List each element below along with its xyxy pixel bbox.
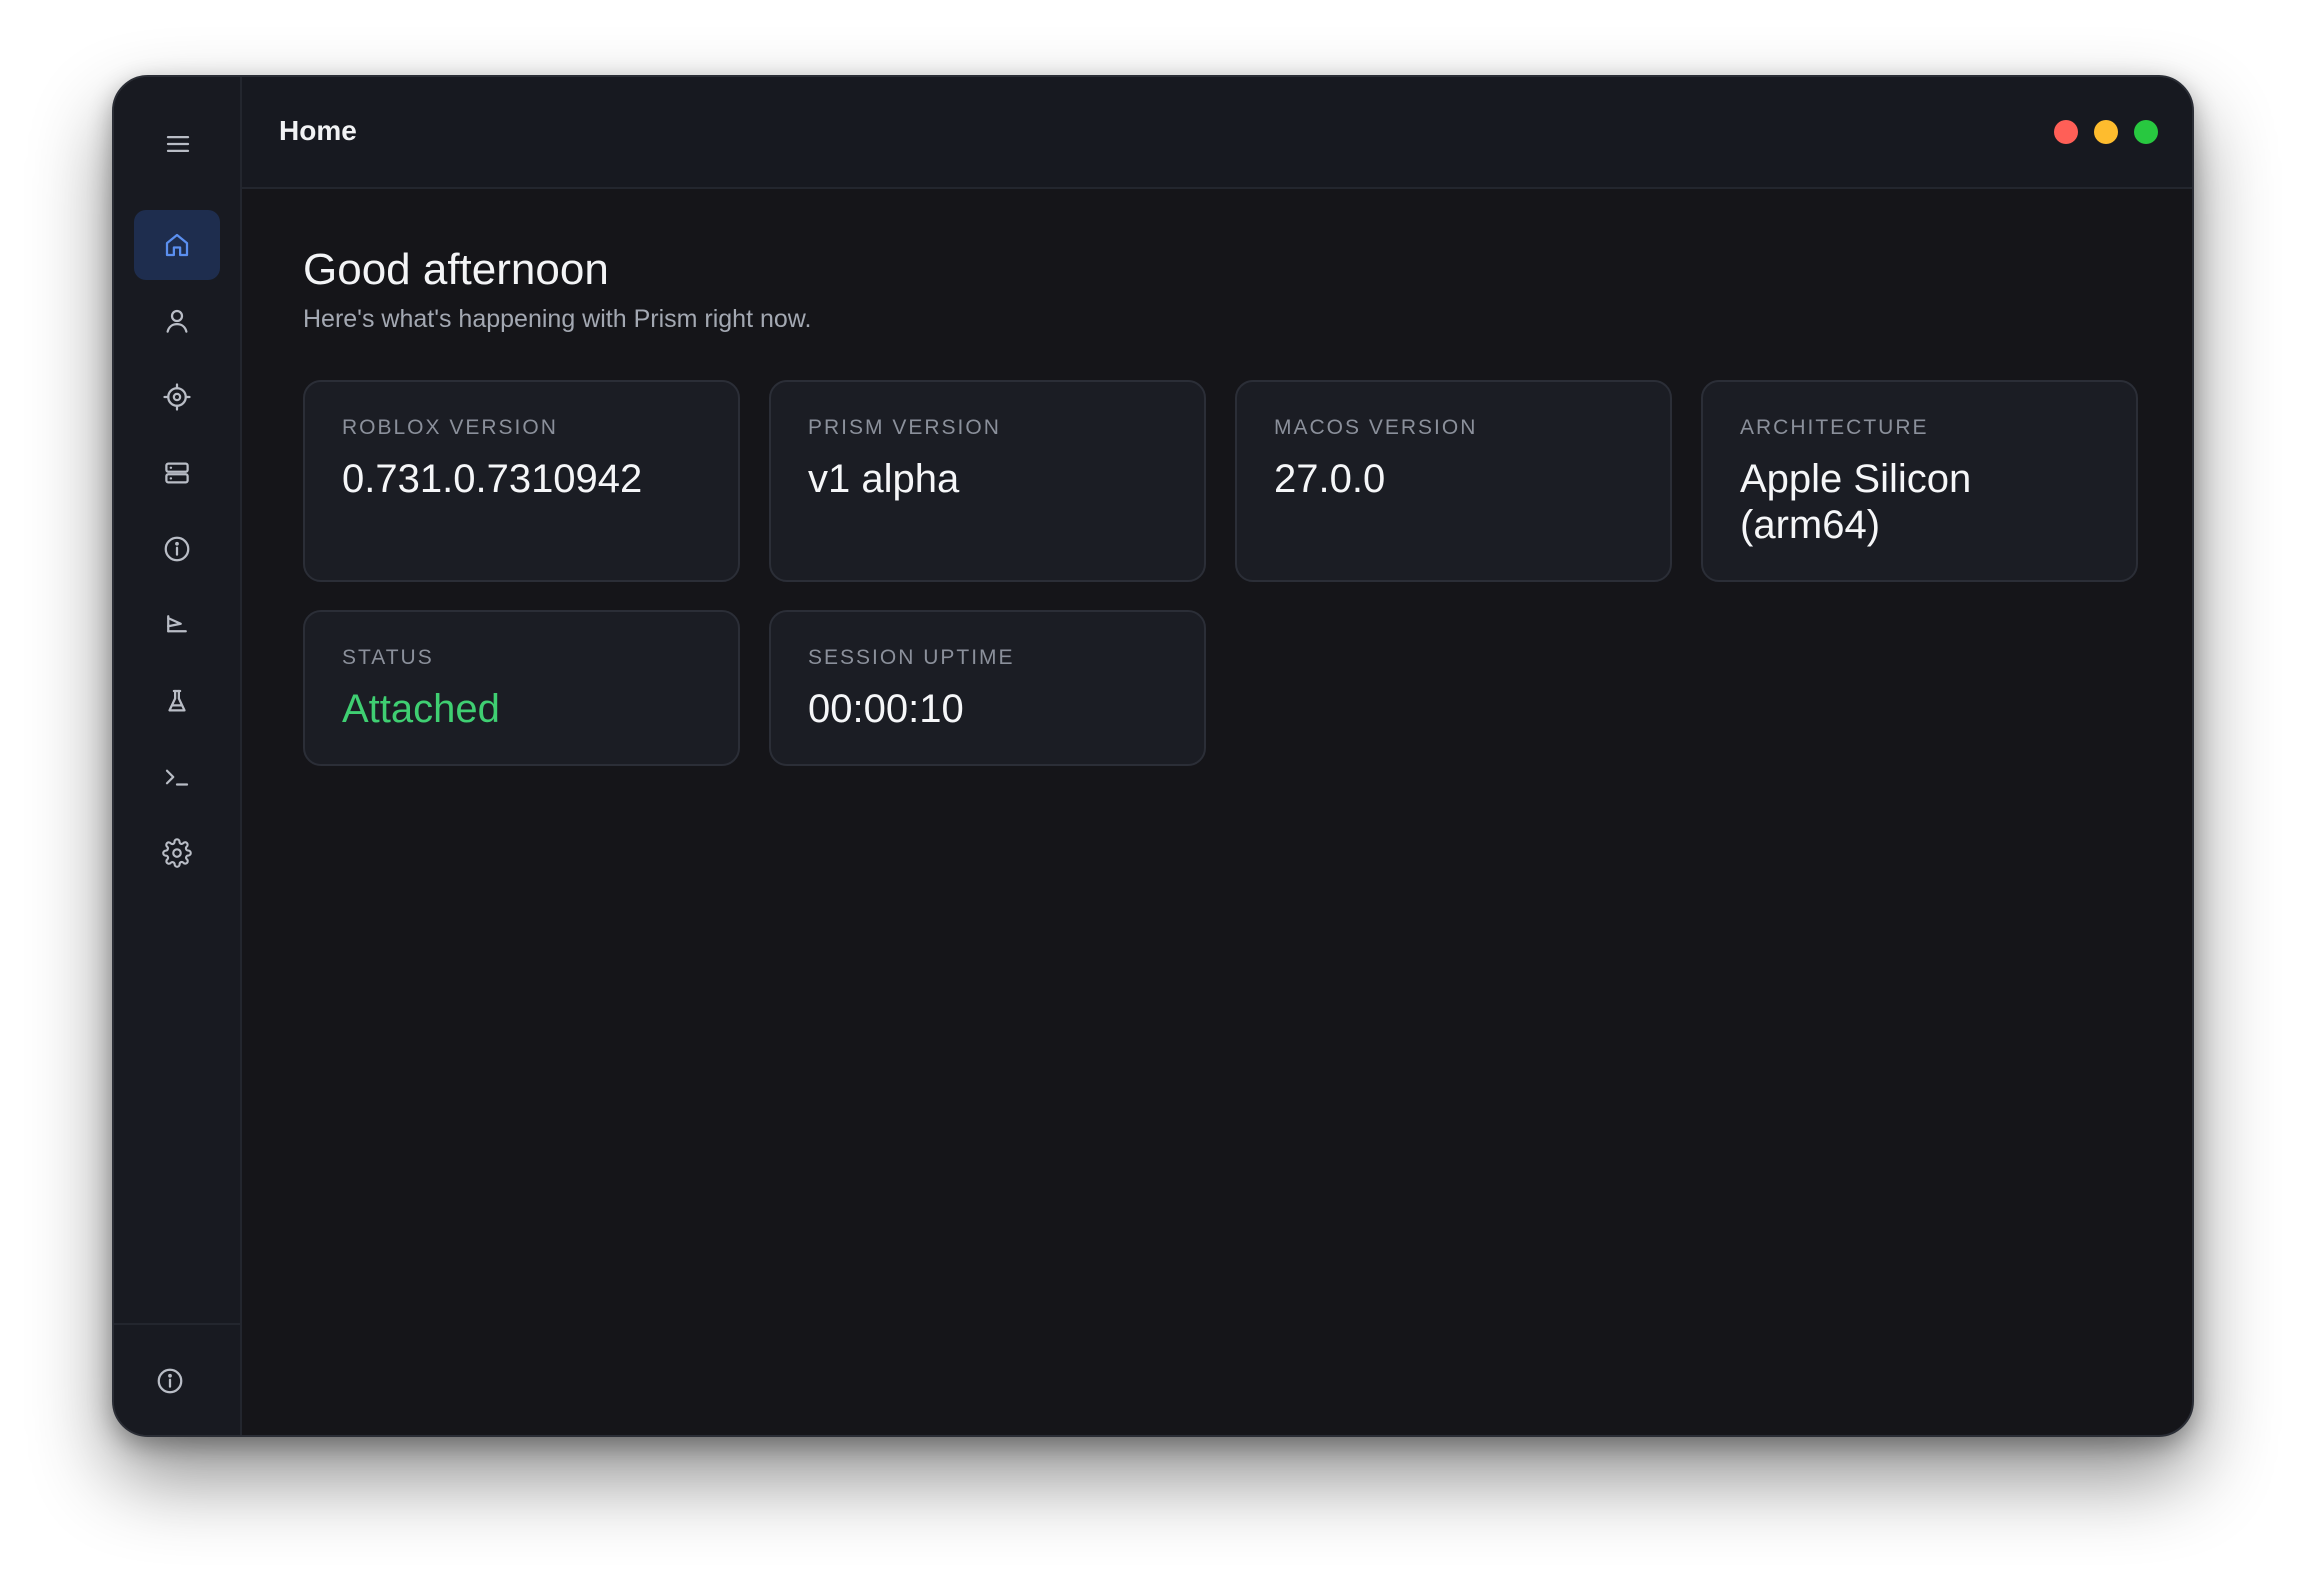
top-bar: Home	[242, 77, 2192, 189]
main-content: Good afternoon Here's what's happening w…	[242, 189, 2192, 1435]
card-value: 00:00:10	[808, 687, 964, 731]
card-value: 27.0.0	[1274, 457, 1386, 501]
sidebar-footer	[114, 1323, 240, 1435]
crosshair-icon	[163, 383, 191, 411]
about-button[interactable]	[138, 1349, 202, 1413]
card-label: SESSION UPTIME	[808, 646, 1015, 669]
sidebar-item-user[interactable]	[134, 286, 220, 356]
minimize-window-button[interactable]	[2094, 120, 2118, 144]
terminal-icon	[165, 769, 189, 786]
flask-icon	[168, 689, 186, 712]
info-card-roblox-version: ROBLOX VERSION 0.731.0.7310942	[303, 380, 740, 582]
card-label: ARCHITECTURE	[1740, 416, 1929, 439]
flag-icon	[167, 615, 187, 633]
gear-icon	[162, 838, 192, 868]
info-icon	[157, 1368, 183, 1394]
sidebar-item-servers[interactable]	[134, 438, 220, 508]
card-value: Apple Silicon (arm64)	[1740, 457, 1972, 547]
info-card-session-uptime: SESSION UPTIME 00:00:10	[769, 610, 1206, 766]
info-card-macos-version: MACOS VERSION 27.0.0	[1235, 380, 1672, 582]
home-icon	[165, 233, 189, 257]
sidebar-item-info[interactable]	[134, 514, 220, 584]
app-window: Home Good afternoon Here's what's happen…	[112, 75, 2194, 1437]
card-label: STATUS	[342, 646, 434, 669]
info-card-architecture: ARCHITECTURE Apple Silicon (arm64)	[1701, 380, 2138, 582]
hamburger-menu-icon	[166, 136, 190, 152]
card-label: MACOS VERSION	[1274, 416, 1478, 439]
greeting-heading: Good afternoon	[303, 245, 609, 294]
sidebar-nav	[134, 210, 220, 894]
card-value: 0.731.0.7310942	[342, 457, 643, 501]
sidebar-item-home[interactable]	[134, 210, 220, 280]
server-icon	[165, 462, 189, 484]
window-controls	[2054, 120, 2158, 144]
sidebar-item-target[interactable]	[134, 362, 220, 432]
sidebar-item-terminal[interactable]	[134, 742, 220, 812]
sidebar-item-settings[interactable]	[134, 818, 220, 888]
sidebar-item-lab[interactable]	[134, 666, 220, 736]
card-label: PRISM VERSION	[808, 416, 1001, 439]
card-value: v1 alpha	[808, 457, 960, 501]
status-value: Attached	[342, 687, 500, 731]
sidebar	[114, 77, 242, 1435]
user-icon	[166, 309, 188, 333]
info-card-prism-version: PRISM VERSION v1 alpha	[769, 380, 1206, 582]
info-card-status: STATUS Attached	[303, 610, 740, 766]
sidebar-item-flag[interactable]	[134, 590, 220, 660]
info-icon	[164, 536, 190, 562]
page-title: Home	[279, 115, 357, 146]
greeting-subtitle: Here's what's happening with Prism right…	[303, 305, 812, 333]
card-label: ROBLOX VERSION	[342, 416, 558, 439]
close-window-button[interactable]	[2054, 120, 2078, 144]
menu-button[interactable]	[148, 117, 208, 171]
zoom-window-button[interactable]	[2134, 120, 2158, 144]
